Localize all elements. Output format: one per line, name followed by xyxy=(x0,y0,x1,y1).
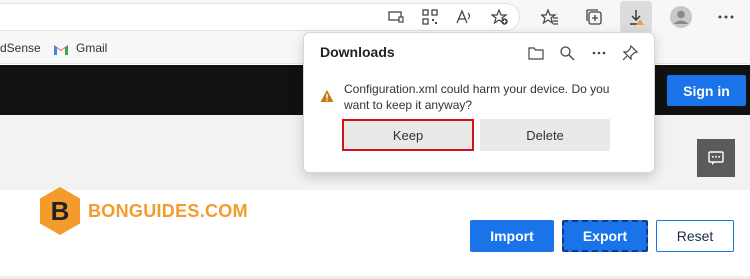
open-folder-icon[interactable] xyxy=(525,42,547,64)
add-favorite-icon[interactable] xyxy=(488,5,512,29)
sign-in-button[interactable]: Sign in xyxy=(667,75,746,106)
qr-code-icon[interactable] xyxy=(418,5,442,29)
pin-icon[interactable] xyxy=(619,42,641,64)
reset-button[interactable]: Reset xyxy=(656,220,734,252)
keep-button[interactable]: Keep xyxy=(342,119,474,151)
gmail-icon xyxy=(54,42,68,55)
downloads-icon[interactable] xyxy=(620,1,652,33)
logo-letter: B xyxy=(51,196,70,226)
downloads-title: Downloads xyxy=(320,44,395,60)
search-icon[interactable] xyxy=(556,42,578,64)
screen-cast-icon[interactable] xyxy=(384,5,408,29)
warning-icon xyxy=(320,89,334,103)
browser-window: dSense Gmail Sign in B BONGUIDES.COM Imp… xyxy=(0,0,750,279)
logo-text: BONGUIDES.COM xyxy=(88,201,248,221)
bookmark-adsense[interactable]: dSense xyxy=(0,41,41,55)
read-aloud-icon[interactable] xyxy=(452,5,476,29)
logo-badge: B xyxy=(38,186,82,236)
export-button[interactable]: Export xyxy=(562,220,648,252)
more-icon[interactable] xyxy=(714,5,738,29)
address-bar[interactable] xyxy=(0,3,520,31)
more-options-icon[interactable] xyxy=(588,42,610,64)
import-button[interactable]: Import xyxy=(470,220,554,252)
collections-icon[interactable] xyxy=(582,5,606,29)
favorites-icon[interactable] xyxy=(538,5,562,29)
delete-button[interactable]: Delete xyxy=(480,119,610,151)
profile-icon[interactable] xyxy=(669,5,693,29)
downloads-flyout: Downloads Configuration.xml could harm y… xyxy=(303,32,655,173)
bookmark-gmail[interactable]: Gmail xyxy=(76,41,107,55)
chat-icon xyxy=(708,151,724,165)
chat-button[interactable] xyxy=(697,139,735,177)
warning-message: Configuration.xml could harm your device… xyxy=(344,82,610,112)
